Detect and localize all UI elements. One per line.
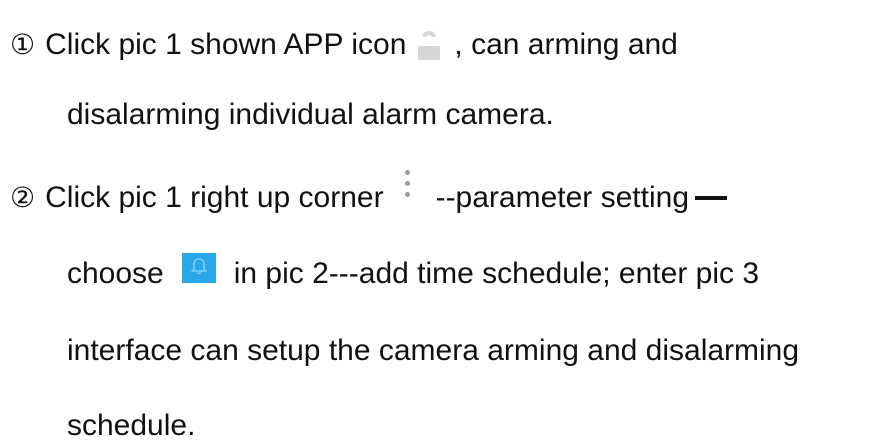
item2-text-setting: --parameter setting xyxy=(435,181,690,214)
item1-line2: disalarming individual alarm camera. xyxy=(67,95,554,135)
item1-number: ① xyxy=(10,29,36,60)
item2-line2: choose in pic 2---add time schedule; ent… xyxy=(67,253,760,294)
item2-number: ② xyxy=(10,182,36,213)
item2-text-interface: interface can setup the camera arming an… xyxy=(67,334,800,367)
item2-text-schedule: in pic 2---add time schedule; enter pic … xyxy=(233,257,760,290)
instruction-document: ① Click pic 1 shown APP icon , can armin… xyxy=(0,0,872,444)
item2-line1: ② Click pic 1 right up corner --paramete… xyxy=(10,170,728,218)
item1-line1: ① Click pic 1 shown APP icon , can armin… xyxy=(10,25,678,65)
item2-text-start: Click pic 1 right up corner xyxy=(45,181,384,214)
em-dash xyxy=(695,196,728,200)
kebab-menu-icon xyxy=(404,170,410,218)
alarm-bell-icon xyxy=(181,253,216,283)
item1-text-end: , can arming and xyxy=(454,28,678,61)
item2-text-end: schedule. xyxy=(67,409,196,442)
item2-text-choose: choose xyxy=(67,257,164,290)
item1-text-continued: disalarming individual alarm camera. xyxy=(67,98,554,131)
unlocked-padlock-icon xyxy=(418,30,441,60)
item2-line4: schedule. xyxy=(67,406,195,446)
item1-text-start: Click pic 1 shown APP icon xyxy=(45,28,407,61)
item2-line3: interface can setup the camera arming an… xyxy=(67,331,799,371)
